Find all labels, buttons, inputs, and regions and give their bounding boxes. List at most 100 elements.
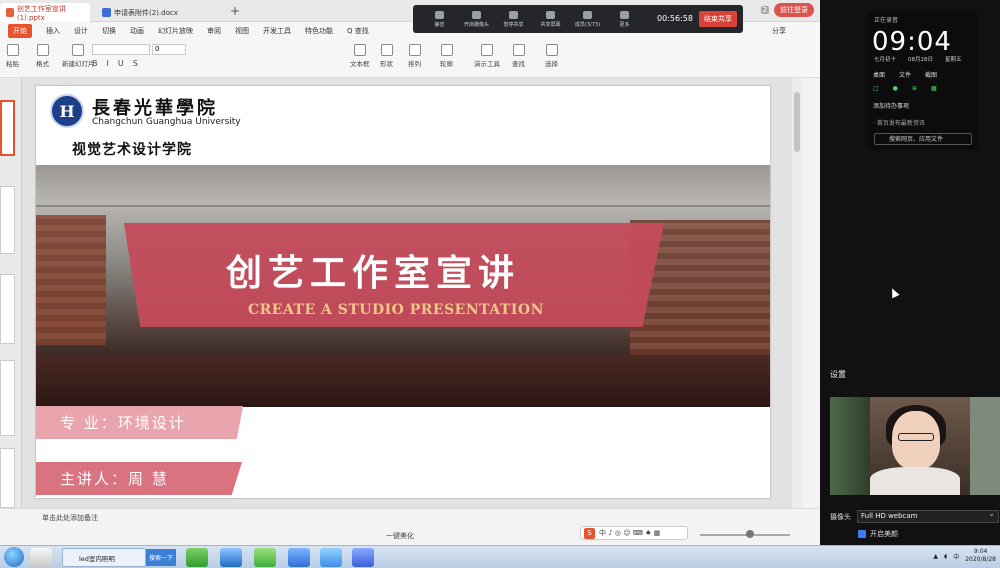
pause-share-button[interactable]: 暂停共享 [495, 10, 532, 28]
beauty-checkbox[interactable] [858, 530, 866, 538]
camera-label: 开启摄像头 [463, 21, 489, 28]
meeting-toolbar: 静音 开启摄像头 暂停共享 共享屏幕 成员(3/73) 更多 00:56:58 … [413, 5, 743, 33]
beautify-button[interactable]: 一键美化 [386, 531, 414, 541]
zoom-slider[interactable] [700, 534, 790, 536]
ime-tray-icon[interactable]: 中 [953, 552, 959, 561]
system-tray: ▲ ◖ 中 9:04 2020/8/28 [933, 548, 996, 564]
network-icon[interactable]: ▲ [933, 553, 938, 560]
volume-icon[interactable]: ◖ [944, 553, 947, 560]
slide-thumbnail[interactable] [0, 448, 15, 508]
underline-button[interactable]: U [118, 59, 124, 68]
screen-icon [546, 10, 555, 19]
tab-pptx-document[interactable]: 创艺工作室宣讲(1).pptx [0, 3, 90, 22]
widget-date: 七月初十 08月28日 星期五 [874, 55, 962, 63]
tray-clock[interactable]: 9:04 2020/8/28 [965, 548, 996, 564]
news-row[interactable]: · 首页发布最新资讯 [873, 118, 925, 127]
bold-button[interactable]: B [92, 59, 98, 68]
scrollbar-thumb[interactable] [794, 92, 800, 152]
speaker-strip: 主讲人：周 慧 [36, 462, 242, 495]
beauty-setting-row[interactable]: 开启美颜 [858, 529, 898, 539]
menu-item-animation[interactable]: 动画 [130, 26, 144, 36]
wechat-icon[interactable] [254, 548, 276, 567]
input-method-bar[interactable]: S 中 ♪ ◎ ☺ ⌨ ♠ ▦ [580, 526, 688, 540]
share-button[interactable]: 分享 [772, 26, 786, 36]
font-style-buttons: BIUS [92, 59, 138, 68]
find-button[interactable]: 查找 [512, 44, 525, 68]
start-button[interactable] [4, 547, 24, 567]
shape-button[interactable]: 形状 [380, 44, 393, 68]
menu-item-insert[interactable]: 插入 [46, 26, 60, 36]
eye-icon[interactable]: ● [893, 85, 898, 92]
media-player-icon[interactable] [186, 548, 208, 567]
menu-item-features[interactable]: 特色功能 [305, 26, 333, 36]
sogou-ime-icon: S [584, 527, 595, 539]
clock-widget: 正在录音 09:04 七月初十 08月28日 星期五 桌面 文件 截图 □ ● ⊕ ▦… [868, 12, 978, 150]
todo-row[interactable]: 添加待办事项 [873, 101, 909, 110]
mute-button[interactable]: 静音 [421, 10, 458, 28]
desktop-shortcut[interactable]: 桌面 [873, 70, 885, 79]
feishu-icon[interactable] [288, 548, 310, 567]
news-text: · 首页发布最新资讯 [873, 120, 925, 127]
slide-thumbnail[interactable] [0, 100, 15, 156]
present-tools-button[interactable]: 演示工具 [474, 44, 500, 68]
login-button[interactable]: 前往登录 [774, 3, 814, 17]
arrange-button[interactable]: 排列 [408, 44, 421, 68]
grid-icon[interactable]: ▦ [931, 85, 937, 92]
meeting-app-icon[interactable] [320, 548, 342, 567]
camera-icon [472, 10, 481, 19]
widget-time: 09:04 [872, 27, 952, 57]
menu-item-view[interactable]: 视图 [235, 26, 249, 36]
menu-item-design[interactable]: 设计 [74, 26, 88, 36]
background-wall [970, 397, 1000, 495]
wps-icon[interactable] [352, 548, 374, 567]
slide-thumbnail[interactable] [0, 186, 15, 254]
tool-icon[interactable]: ⊕ [912, 85, 917, 92]
font-name-select[interactable] [92, 44, 150, 55]
solar-date: 08月28日 [908, 57, 934, 63]
more-button[interactable]: 更多 [606, 10, 643, 28]
pptx-file-icon [6, 8, 14, 17]
strike-button[interactable]: S [133, 59, 138, 68]
taskbar-app-icon[interactable] [30, 548, 52, 567]
ie-icon[interactable] [220, 548, 242, 567]
end-share-button[interactable]: 结束共享 [699, 11, 737, 27]
menu-item-review[interactable]: 审阅 [207, 26, 221, 36]
members-button[interactable]: 成员(3/73) [569, 10, 606, 28]
menu-item-start[interactable]: 开始 [8, 24, 32, 38]
menu-item-developer[interactable]: 开发工具 [263, 26, 291, 36]
files-shortcut[interactable]: 文件 [899, 70, 911, 79]
widget-search-box[interactable]: 搜索网页、应用文件 [874, 133, 972, 145]
font-size-select[interactable]: 0 [152, 44, 186, 55]
paste-button[interactable]: 粘贴 [6, 44, 19, 68]
slide-thumbnail[interactable] [0, 274, 15, 344]
share-screen-label: 共享屏幕 [540, 21, 561, 28]
format-button[interactable]: 格式 [36, 44, 49, 68]
menu-item-transition[interactable]: 切换 [102, 26, 116, 36]
taskbar-browser-item[interactable]: led室内照明 [62, 548, 146, 567]
slide-thumbnail[interactable] [0, 360, 15, 436]
notes-placeholder[interactable]: 单击此处添加备注 [42, 513, 98, 523]
wood-floor [36, 355, 770, 407]
share-screen-button[interactable]: 共享屏幕 [532, 10, 569, 28]
select-button[interactable]: 选择 [545, 44, 558, 68]
camera-select[interactable]: Full HD webcam [857, 508, 999, 523]
outline-button[interactable]: 轮廓 [440, 44, 453, 68]
settings-title: 设置 [830, 370, 846, 379]
menu-item-find[interactable]: Q 查找 [347, 26, 369, 36]
new-slide-button[interactable]: 新建幻灯片 [62, 44, 95, 68]
zoom-slider-handle[interactable] [746, 530, 754, 538]
current-slide[interactable]: H 長春光華學院 Changchun Guanghua University 视… [36, 86, 770, 498]
new-tab-button[interactable]: + [230, 4, 240, 18]
screenshot-shortcut[interactable]: 截图 [925, 70, 937, 79]
menu-item-slideshow[interactable]: 幻灯片放映 [158, 26, 193, 36]
arrange-label: 排列 [408, 60, 421, 68]
slide-title-en: CREATE A STUDIO PRESENTATION [248, 302, 544, 318]
tab-docx-document[interactable]: 申请表附件(2).docx [96, 3, 221, 22]
camera-button[interactable]: 开启摄像头 [458, 10, 495, 28]
italic-button[interactable]: I [107, 59, 109, 68]
outline-label: 轮廓 [440, 60, 453, 68]
toggle-icon[interactable]: □ [873, 85, 879, 92]
vertical-scrollbar[interactable] [792, 78, 802, 508]
taskbar-search-button[interactable]: 搜索一下 [146, 549, 176, 566]
textbox-button[interactable]: 文本框 [350, 44, 370, 68]
